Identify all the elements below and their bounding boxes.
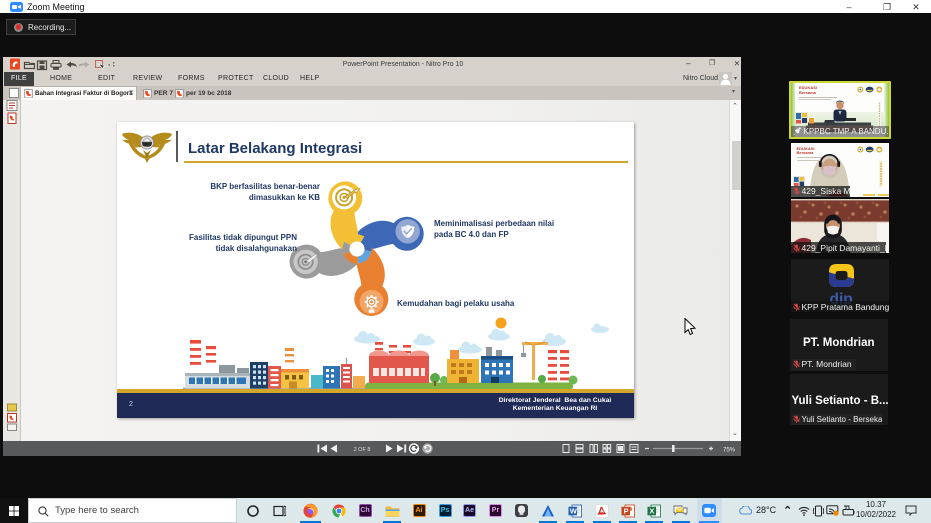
svg-text:P: P [624, 506, 629, 515]
svg-text:W: W [569, 506, 577, 515]
svg-text:2 OF 8: 2 OF 8 [354, 447, 371, 453]
svg-text:75%: 75% [723, 448, 736, 454]
svg-text:X: X [649, 506, 654, 515]
